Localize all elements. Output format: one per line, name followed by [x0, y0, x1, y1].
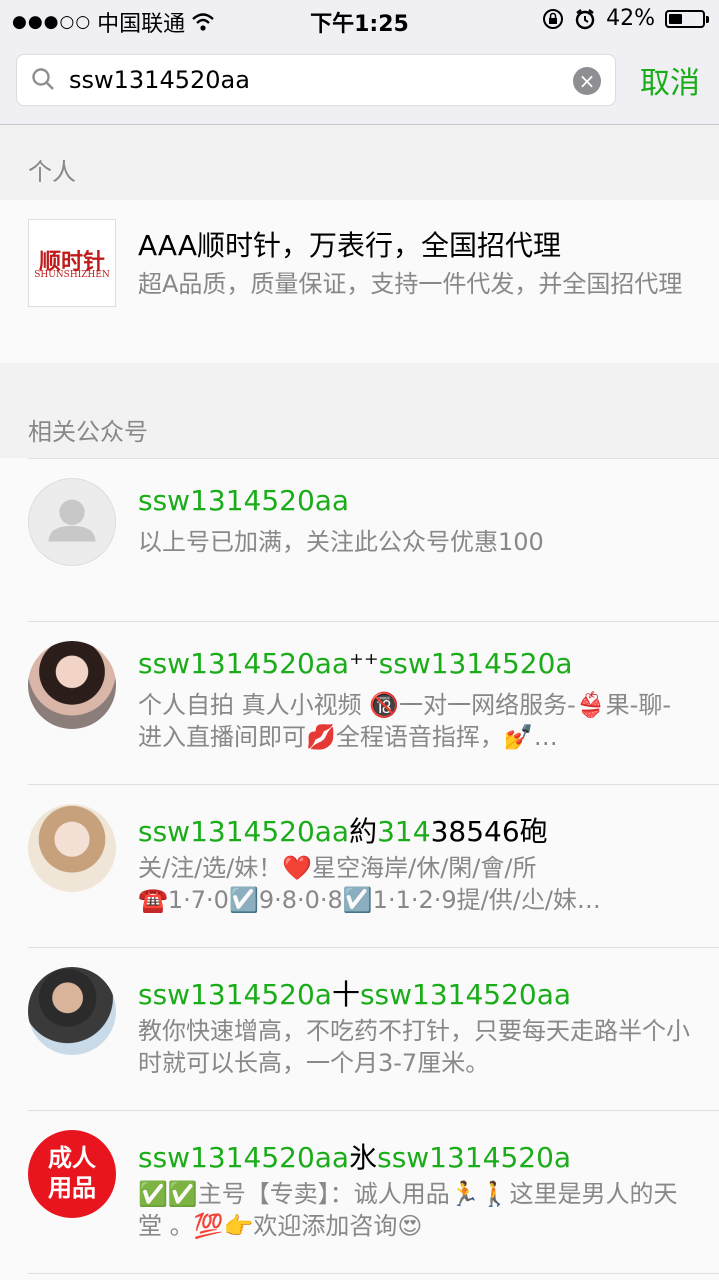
item-title: ssw1314520aa⁺⁺ssw1314520a	[138, 647, 573, 680]
item-title: ssw1314520aa	[138, 484, 349, 517]
profile-avatar	[28, 641, 116, 729]
search-icon	[32, 68, 54, 90]
logo-text-line2: 用品	[48, 1174, 96, 1202]
item-title: ssw1314520a十ssw1314520aa	[138, 973, 571, 1013]
search-input[interactable]: ssw1314520aa ×	[16, 54, 616, 106]
title-separator: 約	[349, 815, 378, 848]
search-query[interactable]: ssw1314520aa	[69, 66, 250, 94]
personal-title: AAA顺时针，万表行，全国招代理	[138, 229, 562, 262]
default-avatar	[28, 478, 116, 566]
logo-text-line1: 成人	[48, 1144, 96, 1172]
title-keyword: ssw1314520aa	[359, 978, 572, 1011]
title-keyword: 314	[377, 815, 431, 848]
alarm-icon	[575, 8, 595, 29]
search-header: ssw1314520aa × 取消	[0, 40, 719, 125]
profile-avatar	[28, 804, 116, 892]
item-title: ssw1314520aa約31438546砲	[138, 810, 548, 850]
section-label-related: 相关公众号	[28, 418, 148, 446]
item-description: ✅✅主号【专卖】：诚人用品🏃🚶这里是男人的天堂 。💯👉欢迎添加咨询😍	[138, 1180, 678, 1240]
title-keyword: ssw1314520a	[138, 978, 332, 1011]
item-description: 关/注/选/妹！❤️星空海岸/休/閑/會/所☎️1·7·0☑️9·8·0·8☑️…	[138, 854, 601, 914]
battery-percent: 42%	[606, 6, 655, 31]
profile-avatar	[28, 967, 116, 1055]
status-bar: ●●●○○ 中国联通 下午1:25 42%	[0, 0, 719, 40]
title-keyword: ssw1314520aa	[138, 1141, 350, 1174]
item-title: ssw1314520aa氷ssw1314520a	[138, 1136, 571, 1176]
rotation-lock-icon	[543, 8, 564, 29]
divider	[28, 1273, 719, 1274]
title-separator: 氷	[349, 1141, 378, 1174]
title-separator: ⁺⁺	[349, 647, 379, 680]
battery-fill	[669, 13, 682, 24]
adult-products-logo: 成人 用品	[28, 1130, 116, 1218]
title-suffix: 38546砲	[430, 815, 548, 848]
item-description: 个人自拍 真人小视频 🔞一对一网络服务-👙果-聊-进入直播间即可💋全程语音指挥，…	[138, 691, 672, 751]
cancel-button[interactable]: 取消	[640, 58, 700, 102]
status-right: 42%	[542, 6, 709, 31]
shunshizhen-logo: 顺时针 SHUNSHIZHEN	[28, 219, 116, 307]
title-keyword: ssw1314520aa	[138, 647, 350, 680]
item-description: 以上号已加满，关注此公众号优惠100	[138, 528, 544, 556]
personal-description: 超A品质，质量保证，支持一件代发，并全国招代理	[138, 270, 683, 298]
logo-text-en: SHUNSHIZHEN	[34, 270, 110, 280]
user-placeholder-icon	[48, 499, 96, 542]
section-label-personal: 个人	[28, 158, 76, 186]
item-description: 教你快速增高，不吃药不打针，只要每天走路半个小时就可以长高，一个月3-7厘米。	[138, 1017, 690, 1077]
battery-icon	[665, 9, 709, 28]
title-keyword: ssw1314520aa	[138, 484, 350, 517]
title-separator: 十	[331, 978, 360, 1011]
title-keyword: ssw1314520a	[377, 1141, 572, 1174]
title-keyword: ssw1314520a	[378, 647, 573, 680]
clear-icon[interactable]: ×	[573, 67, 601, 95]
title-keyword: ssw1314520aa	[138, 815, 350, 848]
